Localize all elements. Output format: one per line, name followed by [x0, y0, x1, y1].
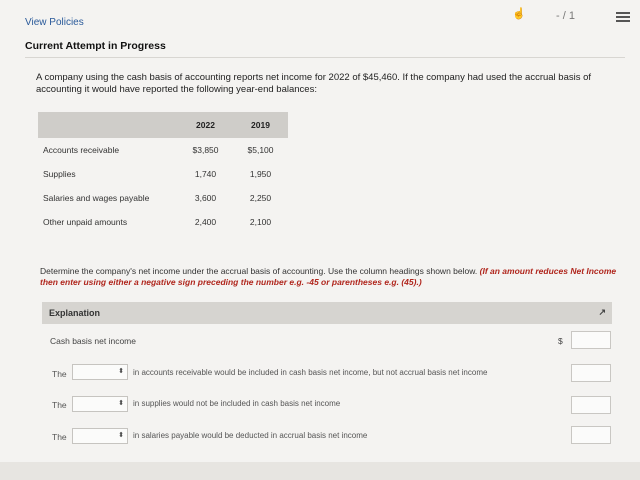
table-row: Other unpaid amounts 2,400 2,100	[38, 210, 288, 234]
row-label: Accounts receivable	[43, 145, 120, 155]
row-label: Supplies	[43, 169, 76, 179]
explanation-header: Explanation ↗	[42, 302, 612, 324]
value-2022: 1,740	[194, 169, 217, 179]
ar-amount-input[interactable]	[571, 364, 611, 382]
change-select-salaries[interactable]: ⬍	[72, 428, 128, 444]
question-text: A company using the cash basis of accoun…	[36, 72, 592, 95]
row-label: Other unpaid amounts	[43, 217, 128, 227]
value-2019: $5,100	[247, 145, 274, 155]
row-prefix: The	[52, 400, 67, 410]
change-select-ar[interactable]: ⬍	[72, 364, 128, 380]
instructions: Determine the company's net income under…	[40, 266, 630, 288]
value-2022: 3,600	[194, 193, 217, 203]
table-header-row: 2022 2019	[38, 112, 288, 138]
row-prefix: The	[52, 432, 67, 442]
value-2019: 2,250	[249, 193, 272, 203]
row-text: in supplies would not be included in cas…	[133, 399, 341, 408]
table-header-2019: 2019	[233, 112, 288, 138]
value-2022: $3,850	[192, 145, 219, 155]
row-text: in salaries payable would be deducted in…	[133, 431, 368, 440]
divider	[25, 57, 625, 58]
cursor-icon: ↗	[598, 307, 606, 317]
select-arrow-icon: ⬍	[118, 432, 124, 439]
value-2019: 1,950	[249, 169, 272, 179]
menu-icon[interactable]	[616, 10, 630, 24]
table-row: Accounts receivable $3,850 $5,100	[38, 138, 288, 162]
select-arrow-icon: ⬍	[118, 368, 124, 375]
value-2022: 2,400	[194, 217, 217, 227]
table-row: Supplies 1,740 1,950	[38, 162, 288, 186]
table-header-blank	[38, 112, 178, 138]
explanation-header-label: Explanation	[49, 308, 101, 318]
cash-basis-label: Cash basis net income	[50, 336, 136, 346]
instructions-text: Determine the company's net income under…	[40, 266, 478, 276]
balances-table: 2022 2019 Accounts receivable $3,850 $5,…	[38, 112, 288, 234]
value-2019: 2,100	[249, 217, 272, 227]
change-select-supplies[interactable]: ⬍	[72, 396, 128, 412]
dollar-sign: $	[558, 336, 563, 346]
next-row-partial	[0, 462, 640, 480]
attempt-title: Current Attempt in Progress	[25, 40, 166, 52]
row-prefix: The	[52, 369, 67, 379]
select-arrow-icon: ⬍	[118, 400, 124, 407]
top-bar: View Policies ☝ - / 1	[0, 0, 640, 36]
row-label: Salaries and wages payable	[43, 193, 150, 203]
salaries-amount-input[interactable]	[571, 426, 611, 444]
supplies-amount-input[interactable]	[571, 396, 611, 414]
pointer-cursor-icon: ☝	[512, 8, 526, 20]
cash-basis-amount-input[interactable]	[571, 331, 611, 349]
row-text: in accounts receivable would be included…	[133, 368, 488, 377]
view-policies-link[interactable]: View Policies	[25, 17, 84, 28]
score-display: - / 1	[556, 10, 575, 22]
table-row: Salaries and wages payable 3,600 2,250	[38, 186, 288, 210]
table-header-2022: 2022	[178, 112, 233, 138]
